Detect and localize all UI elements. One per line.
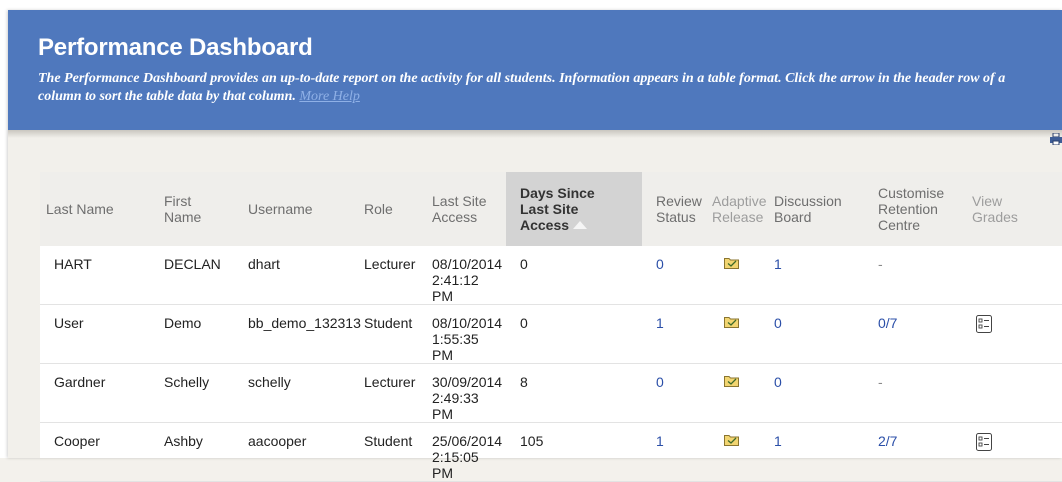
- retention-centre-link[interactable]: 2/7: [868, 423, 964, 482]
- description-text: The Performance Dashboard provides an up…: [38, 71, 1006, 104]
- retention-centre-value: -: [878, 374, 883, 390]
- cell-role: Lecturer: [364, 256, 416, 272]
- cell-adaptive-release: [708, 364, 770, 423]
- cell-first-name: Demo: [164, 315, 202, 331]
- cell-username: bb_demo_132313: [248, 315, 361, 331]
- more-help-link[interactable]: More Help: [299, 89, 360, 104]
- performance-table: Last Name First Name Username Role Last S…: [40, 172, 1062, 482]
- grade-list-icon[interactable]: [976, 315, 992, 333]
- discussion-board-link[interactable]: 1: [770, 246, 868, 305]
- cell-last-name: Cooper: [54, 433, 100, 449]
- cell-days-since: 0: [520, 256, 528, 272]
- column-days-since-access[interactable]: Days Since Last Site Access: [506, 172, 642, 246]
- cell-role: Lecturer: [364, 374, 416, 390]
- cell-adaptive-release: [708, 423, 770, 482]
- column-view-grades: View Grades: [972, 193, 1018, 225]
- header-shadow: [8, 130, 1062, 138]
- review-status-link[interactable]: 0: [642, 246, 708, 305]
- cell-username: aacooper: [248, 433, 307, 449]
- cell-username: dhart: [248, 256, 280, 272]
- cell-first-name: Schelly: [164, 374, 210, 390]
- column-adaptive-release: Adaptive Release: [712, 193, 767, 225]
- review-status-link[interactable]: 1: [642, 305, 708, 364]
- table-row: Gardner Schelly schelly Lecturer 30/09/2…: [40, 364, 1062, 423]
- column-username[interactable]: Username: [244, 172, 360, 246]
- cell-last-name: User: [54, 315, 84, 331]
- column-discussion-board[interactable]: Discussion Board: [770, 172, 868, 246]
- cell-last-name: Gardner: [54, 374, 106, 390]
- cell-last-access: 30/09/2014 2:49:33 PM: [432, 374, 503, 422]
- table-header-row: Last Name First Name Username Role Last S…: [40, 172, 1062, 246]
- page-description: The Performance Dashboard provides an up…: [38, 70, 1048, 106]
- sort-ascending-icon[interactable]: [573, 221, 588, 230]
- column-last-name[interactable]: Last Name: [40, 172, 160, 246]
- discussion-board-link[interactable]: 0: [770, 364, 868, 423]
- table-row: Cooper Ashby aacooper Student 25/06/2014…: [40, 423, 1062, 482]
- folder-check-icon[interactable]: [724, 374, 740, 387]
- cell-role: Student: [364, 315, 413, 331]
- page-title: Performance Dashboard: [38, 34, 313, 61]
- cell-view-grades: [964, 423, 1062, 482]
- discussion-board-link[interactable]: 0: [770, 305, 868, 364]
- cell-days-since: 105: [520, 433, 544, 449]
- column-first-name[interactable]: First Name: [160, 172, 244, 246]
- cell-view-grades: [964, 364, 1062, 423]
- cell-first-name: DECLAN: [164, 256, 221, 272]
- cell-last-access: 25/06/2014 2:15:05 PM: [432, 433, 503, 481]
- grade-list-icon[interactable]: [976, 433, 992, 451]
- cell-last-name: HART: [54, 256, 92, 272]
- review-status-link[interactable]: 1: [642, 423, 708, 482]
- table-row: User Demo bb_demo_132313 Student 08/10/2…: [40, 305, 1062, 364]
- cell-first-name: Ashby: [164, 433, 203, 449]
- column-role[interactable]: Role: [360, 172, 428, 246]
- cell-days-since: 8: [520, 374, 528, 390]
- column-retention-centre[interactable]: Customise Retention Centre: [868, 172, 964, 246]
- cell-username: schelly: [248, 374, 291, 390]
- cell-role: Student: [364, 433, 413, 449]
- retention-centre-value: -: [878, 256, 883, 272]
- folder-check-icon[interactable]: [724, 256, 740, 269]
- cell-last-access: 08/10/2014 2:41:12 PM: [432, 256, 503, 304]
- cell-adaptive-release: [708, 246, 770, 305]
- cell-view-grades: [964, 246, 1062, 305]
- column-last-site-access[interactable]: Last Site Access: [428, 172, 506, 246]
- folder-check-icon[interactable]: [724, 315, 740, 328]
- review-status-link[interactable]: 0: [642, 364, 708, 423]
- folder-check-icon[interactable]: [724, 433, 740, 446]
- cell-adaptive-release: [708, 305, 770, 364]
- print-icon[interactable]: [1050, 132, 1062, 146]
- cell-last-access: 08/10/2014 1:55:35 PM: [432, 315, 503, 363]
- column-review-status[interactable]: Review Status: [642, 172, 708, 246]
- retention-centre-link[interactable]: 0/7: [868, 305, 964, 364]
- cell-days-since: 0: [520, 315, 528, 331]
- discussion-board-link[interactable]: 1: [770, 423, 868, 482]
- table-row: HART DECLAN dhart Lecturer 08/10/2014 2:4…: [40, 246, 1062, 305]
- cell-view-grades: [964, 305, 1062, 364]
